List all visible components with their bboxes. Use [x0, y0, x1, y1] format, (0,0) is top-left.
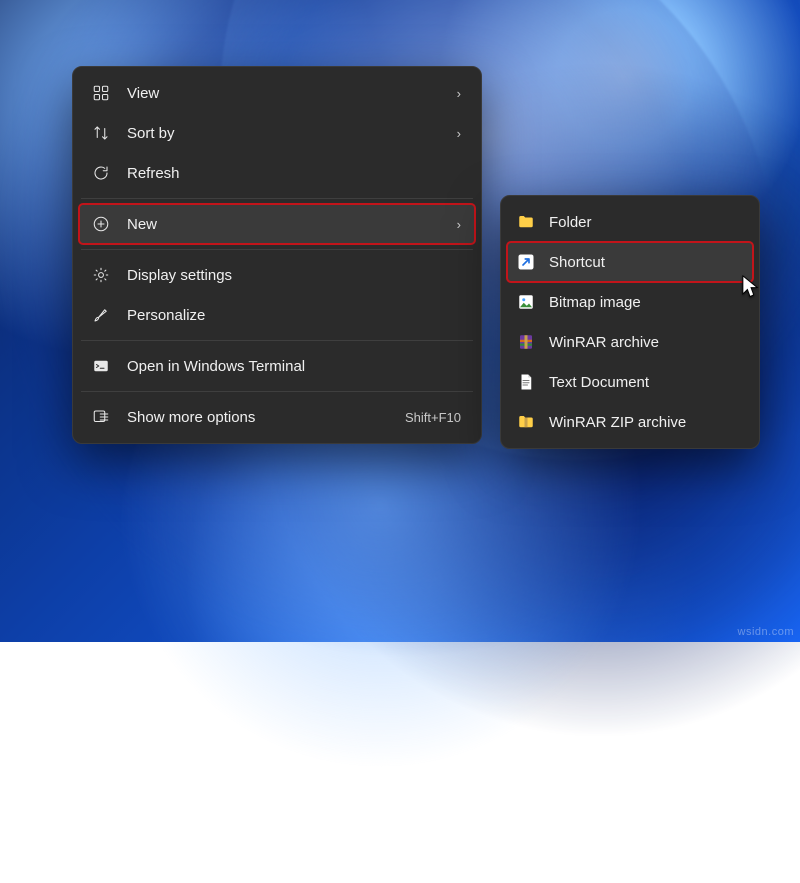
menu-item-label: Show more options [127, 409, 405, 426]
submenu-item-label: Folder [549, 214, 743, 231]
submenu-item-shortcut[interactable]: Shortcut [507, 242, 753, 282]
menu-item-label: Display settings [127, 267, 465, 284]
menu-item-sort-by[interactable]: Sort by › [79, 113, 475, 153]
folder-icon [517, 213, 535, 231]
menu-item-view[interactable]: View › [79, 73, 475, 113]
menu-item-new[interactable]: New › [79, 204, 475, 244]
menu-separator [81, 249, 473, 250]
terminal-icon [89, 357, 113, 375]
shortcut-icon [517, 253, 535, 271]
menu-item-label: New [127, 216, 457, 233]
menu-separator [81, 340, 473, 341]
menu-item-accelerator: Shift+F10 [405, 410, 465, 425]
plus-circle-icon [89, 215, 113, 233]
watermark: wsidn.com [738, 626, 794, 638]
menu-item-personalize[interactable]: Personalize [79, 295, 475, 335]
desktop-context-menu: View › Sort by › Refresh New › Display s… [72, 66, 482, 444]
menu-item-open-terminal[interactable]: Open in Windows Terminal [79, 346, 475, 386]
sort-icon [89, 124, 113, 142]
submenu-item-label: Shortcut [549, 254, 743, 271]
submenu-item-winrar[interactable]: WinRAR archive [507, 322, 753, 362]
submenu-item-label: WinRAR ZIP archive [549, 414, 743, 431]
menu-item-show-more[interactable]: Show more options Shift+F10 [79, 397, 475, 437]
submenu-item-label: Text Document [549, 374, 743, 391]
menu-item-label: Sort by [127, 125, 457, 142]
paintbrush-icon [89, 306, 113, 324]
chevron-right-icon: › [457, 217, 465, 232]
chevron-right-icon: › [457, 86, 465, 101]
mouse-cursor-icon [742, 275, 760, 301]
menu-item-label: View [127, 85, 457, 102]
menu-separator [81, 391, 473, 392]
submenu-item-text[interactable]: Text Document [507, 362, 753, 402]
text-document-icon [517, 373, 535, 391]
menu-item-label: Personalize [127, 307, 465, 324]
winrar-archive-icon [517, 333, 535, 351]
menu-item-label: Open in Windows Terminal [127, 358, 465, 375]
submenu-item-label: Bitmap image [549, 294, 743, 311]
submenu-item-folder[interactable]: Folder [507, 202, 753, 242]
gear-sparkle-icon [89, 266, 113, 284]
refresh-icon [89, 164, 113, 182]
new-submenu: Folder Shortcut Bitmap image WinRAR arch… [500, 195, 760, 449]
bitmap-image-icon [517, 293, 535, 311]
chevron-right-icon: › [457, 126, 465, 141]
submenu-item-bitmap[interactable]: Bitmap image [507, 282, 753, 322]
menu-item-display-settings[interactable]: Display settings [79, 255, 475, 295]
more-options-icon [89, 408, 113, 426]
submenu-item-label: WinRAR archive [549, 334, 743, 351]
menu-item-label: Refresh [127, 165, 465, 182]
menu-item-refresh[interactable]: Refresh [79, 153, 475, 193]
submenu-item-winrar-zip[interactable]: WinRAR ZIP archive [507, 402, 753, 442]
menu-separator [81, 198, 473, 199]
winrar-zip-icon [517, 413, 535, 431]
view-grid-icon [89, 84, 113, 102]
